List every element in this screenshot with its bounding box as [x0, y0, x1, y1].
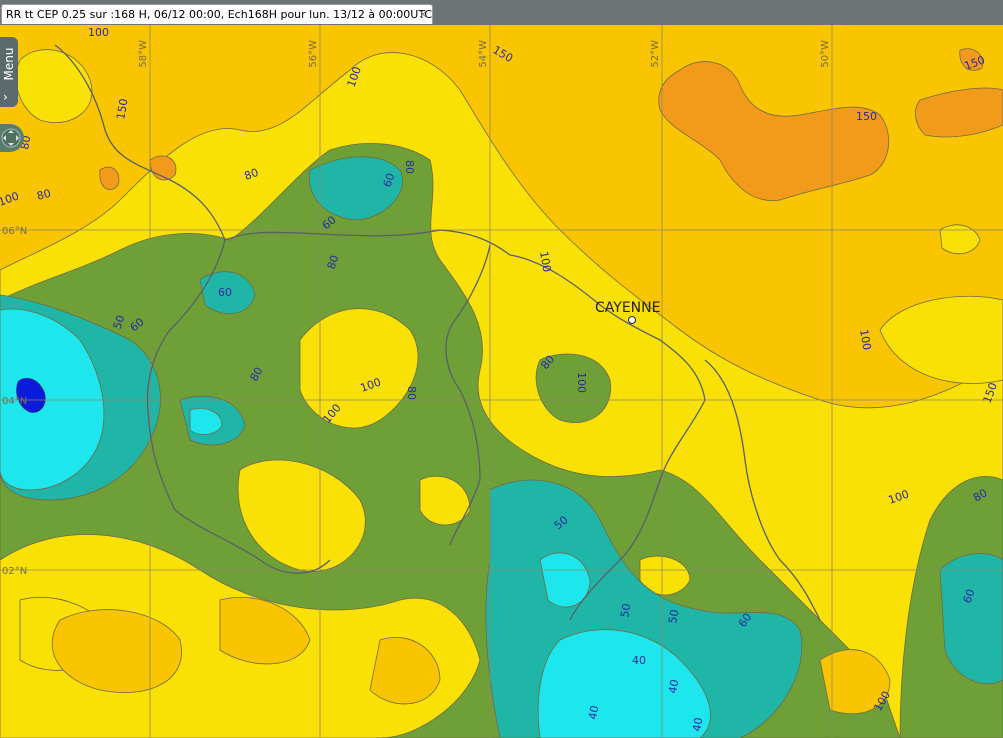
pan-control[interactable]: [0, 124, 24, 152]
precipitation-map[interactable]: 100 150 80 150 100 80 150 100 80 60 80 1…: [0, 25, 1003, 738]
contour-label: 40: [690, 716, 705, 732]
latitude-label: 02°N: [2, 566, 27, 577]
contour-label: 80: [403, 160, 416, 174]
map-canvas: 100 150 80 150 100 80 150 100 80 60 80 1…: [0, 25, 1003, 738]
longitude-label: 52°W: [650, 40, 661, 68]
chevron-right-icon: ›: [3, 90, 8, 104]
contour-label: 40: [586, 704, 601, 720]
tab-bar: RR tt CEP 0.25 sur :168 H, 06/12 00:00, …: [0, 0, 1003, 25]
contour-label: 100: [88, 26, 109, 39]
longitude-label: 54°W: [478, 40, 489, 68]
contour-label: 50: [666, 608, 681, 624]
longitude-label: 50°W: [820, 40, 831, 68]
contour-label: 40: [666, 678, 681, 694]
city-marker-icon[interactable]: [628, 316, 636, 324]
latitude-label: 06°N: [2, 226, 27, 237]
menu-button[interactable]: Menu ›: [0, 37, 18, 107]
tab-close-icon[interactable]: ×: [418, 7, 428, 21]
contour-label: 100: [575, 372, 588, 393]
menu-label: Menu: [2, 47, 16, 81]
contour-label: 80: [405, 386, 418, 400]
map-tab[interactable]: RR tt CEP 0.25 sur :168 H, 06/12 00:00, …: [1, 4, 433, 24]
longitude-label: 56°W: [308, 40, 319, 68]
contour-label: 50: [618, 602, 633, 618]
contour-label: 60: [218, 286, 232, 299]
tab-title: RR tt CEP 0.25 sur :168 H, 06/12 00:00, …: [6, 8, 433, 21]
contour-label: 150: [856, 110, 877, 123]
latitude-label: 04°N: [2, 396, 27, 407]
city-label: CAYENNE: [595, 300, 660, 316]
move-arrows-icon: [1, 128, 21, 148]
longitude-label: 58°W: [138, 40, 149, 68]
contour-label: 40: [632, 654, 646, 667]
